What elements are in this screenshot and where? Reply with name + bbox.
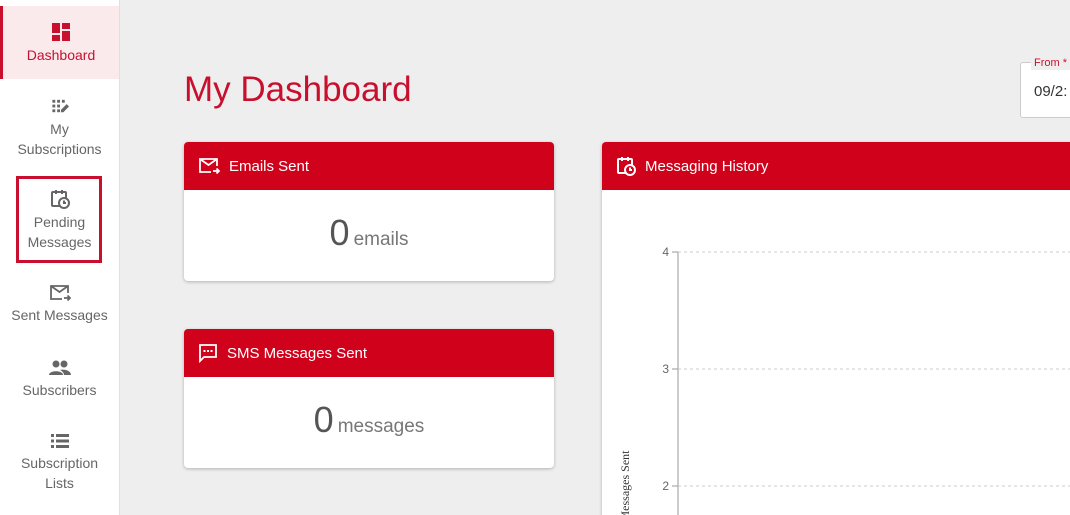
highlight-box <box>16 176 102 263</box>
emails-sent-card: Emails Sent 0 emails <box>184 142 554 281</box>
sidebar-item-my-subscriptions[interactable]: My Subscriptions <box>0 93 119 159</box>
card-header: SMS Messages Sent <box>184 329 554 377</box>
y-axis-label: Messages Sent <box>618 450 632 515</box>
date-from-label: From * <box>1031 56 1070 70</box>
card-header: Emails Sent <box>184 142 554 190</box>
subscriptions-icon <box>51 99 69 113</box>
sidebar-item-label: Dashboard <box>26 47 96 63</box>
subscribers-icon <box>48 360 71 375</box>
sidebar-item-label: Subscribers <box>22 382 97 398</box>
sms-count: 0 <box>313 399 334 440</box>
list-icon <box>50 434 69 448</box>
sidebar-item-label: My Subscriptions <box>17 121 102 157</box>
calendar-clock-icon <box>617 157 636 176</box>
sidebar-item-label: Subscription Lists <box>20 455 99 491</box>
messaging-history-chart: 4 3 2 Messages Sent <box>618 245 1070 515</box>
card-title: Messaging History <box>645 157 769 175</box>
y-tick-label: 3 <box>662 362 669 376</box>
dashboard-icon <box>52 23 70 41</box>
sidebar-item-dashboard[interactable]: Dashboard <box>0 6 119 79</box>
sidebar-item-subscribers[interactable]: Subscribers <box>0 359 119 405</box>
sms-icon <box>199 344 217 363</box>
sidebar-item-label: Sent Messages <box>11 307 108 323</box>
card-title: Emails Sent <box>229 157 310 175</box>
emails-unit: emails <box>353 229 409 250</box>
date-from-value[interactable]: 09/2: <box>1034 83 1067 100</box>
page-title: My Dashboard <box>184 70 412 109</box>
card-body: 0 emails <box>184 190 554 254</box>
sidebar-item-subscription-lists[interactable]: Subscription Lists <box>0 432 119 498</box>
messaging-history-card: Messaging History 4 3 2 Messages Sent <box>602 142 1070 515</box>
sidebar-item-sent-messages[interactable]: Sent Messages <box>0 284 119 330</box>
y-tick-label: 4 <box>662 245 669 259</box>
sms-unit: messages <box>337 416 425 437</box>
sms-sent-card: SMS Messages Sent 0 messages <box>184 329 554 468</box>
emails-count: 0 <box>329 212 350 253</box>
sent-messages-icon <box>49 285 71 302</box>
card-header: Messaging History <box>602 142 1070 190</box>
date-from-field[interactable]: From * 09/2: <box>1020 56 1070 118</box>
card-body: 0 messages <box>184 377 554 441</box>
card-title: SMS Messages Sent <box>227 344 368 362</box>
sidebar: Dashboard My Subscriptions Pending Messa… <box>0 0 120 515</box>
email-sent-icon <box>199 158 220 175</box>
y-tick-label: 2 <box>662 479 669 493</box>
